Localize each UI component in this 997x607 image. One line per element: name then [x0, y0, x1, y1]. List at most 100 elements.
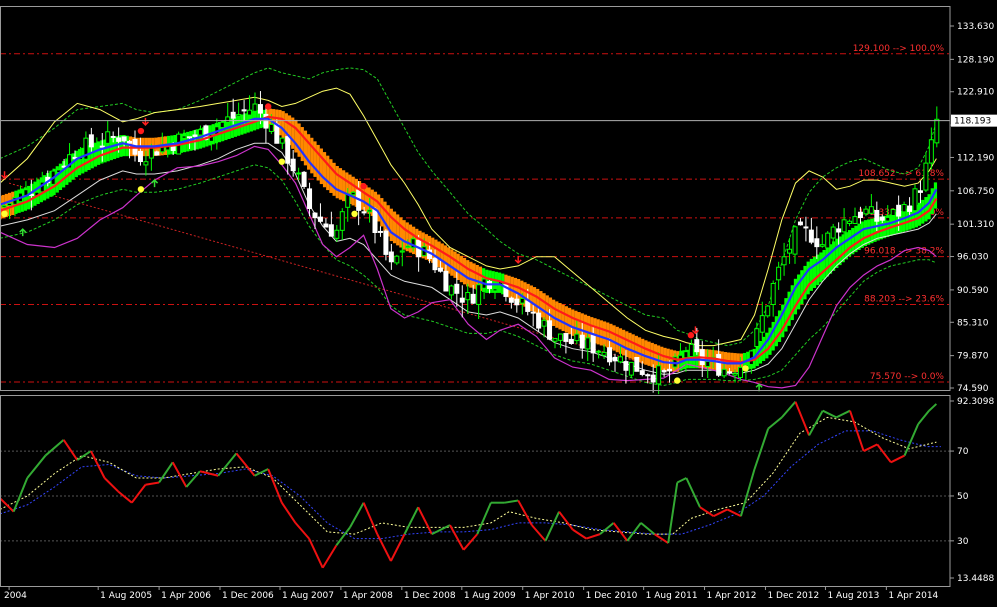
candle-body	[154, 151, 160, 156]
ribbon-bar	[768, 327, 772, 355]
ribbon-bar	[453, 251, 457, 278]
ribbon-bar	[924, 197, 928, 222]
ribbon-bar	[97, 141, 101, 165]
ribbon-bar	[851, 227, 855, 255]
ribbon-bar	[396, 214, 400, 246]
candle-body	[1, 205, 7, 208]
candle-body	[705, 360, 711, 368]
ribbon-bar	[558, 303, 562, 330]
ribbon-bar	[294, 119, 298, 153]
candle-body	[907, 205, 913, 212]
ribbon-bar	[596, 319, 600, 345]
ribbon-bar	[545, 295, 549, 322]
candle-body	[230, 111, 236, 119]
ribbon-bar	[300, 127, 304, 162]
candle-body	[7, 202, 13, 207]
current-price-label: 118.193	[954, 117, 991, 127]
candle-body	[432, 257, 438, 271]
ribbon-bar	[921, 199, 925, 224]
candle-body	[236, 114, 242, 117]
time-tick-label: 1 Apr 2008	[343, 591, 393, 601]
fractal-dot-red	[687, 332, 695, 339]
ribbon-bar	[392, 211, 397, 244]
candle-body	[99, 145, 105, 148]
price-tick-label: 101.310	[957, 220, 994, 230]
candle-body	[645, 374, 651, 377]
candle-body	[721, 368, 727, 377]
candle-body	[639, 370, 645, 375]
candle-body	[934, 118, 940, 144]
candle-body	[459, 297, 465, 303]
ribbon-bar	[863, 220, 868, 247]
ribbon-bar	[297, 123, 301, 157]
candle-body	[607, 347, 613, 363]
candle-body	[819, 244, 825, 247]
candle-body	[917, 190, 923, 193]
candle-body	[296, 172, 302, 175]
ribbon-bar	[109, 137, 113, 161]
price-tick-label: 90.590	[957, 286, 989, 296]
candle-body	[519, 297, 525, 304]
ribbon-bar	[342, 170, 346, 202]
candle-body	[290, 158, 296, 172]
candle-body	[683, 351, 689, 359]
candle-body	[596, 350, 602, 353]
candle-body	[192, 134, 198, 137]
chart-window: 129.100 --> 100.0%108.652 --> 61.8%102.3…	[0, 0, 997, 603]
ribbon-bar	[631, 334, 635, 360]
candle-body	[328, 224, 334, 237]
candle-body	[552, 338, 558, 342]
ribbon-bar	[663, 347, 667, 371]
candle-body	[377, 230, 383, 233]
candle-body	[765, 305, 771, 317]
candle-body	[476, 284, 482, 305]
ribbon-bar	[599, 320, 603, 346]
fib-level-label: 108.652 --> 61.8%	[858, 169, 944, 179]
ribbon-bar	[380, 198, 384, 227]
candle-body	[454, 283, 460, 294]
time-tick-label: 1 Aug 2013	[827, 591, 879, 601]
price-tick-label: 85.310	[957, 318, 989, 328]
candle-body	[405, 245, 411, 248]
ribbon-bar	[329, 159, 333, 193]
candle-body	[847, 220, 853, 224]
candle-body	[143, 161, 149, 166]
candle-body	[759, 315, 765, 333]
fractal-dot-yellow	[351, 210, 358, 218]
candle-body	[568, 338, 574, 345]
time-tick-label: 1 Aug 2005	[100, 591, 152, 601]
candle-body	[334, 229, 340, 239]
chart-canvas[interactable]: 129.100 --> 100.0%108.652 --> 61.8%102.3…	[0, 0, 997, 603]
ribbon-bar	[291, 117, 295, 149]
candle-body	[197, 129, 203, 136]
ribbon-bar	[58, 163, 63, 191]
candle-body	[252, 103, 258, 112]
candle-body	[557, 333, 563, 341]
candle-body	[388, 251, 394, 263]
ribbon-bar	[335, 165, 339, 199]
ribbon-bar	[319, 148, 323, 185]
ribbon-bar	[653, 344, 658, 369]
candle-body	[852, 216, 858, 224]
price-tick-label: 79.870	[957, 352, 989, 362]
ribbon-bar	[567, 307, 572, 335]
candle-body	[514, 298, 520, 306]
candle-body	[661, 370, 667, 373]
time-tick-label: 1 Apr 2010	[525, 591, 575, 601]
candle-body	[541, 319, 547, 327]
ribbon-bar	[440, 243, 444, 270]
ribbon-bar	[564, 306, 568, 333]
chart-background	[0, 0, 997, 603]
candle-body	[301, 171, 307, 187]
candle-body	[601, 351, 607, 356]
fractal-dot-yellow	[137, 186, 145, 193]
candle-body	[857, 211, 863, 219]
candle-body	[317, 216, 323, 222]
candle-body	[307, 188, 313, 209]
ribbon-bar	[281, 111, 285, 139]
ribbon-bar	[641, 338, 645, 364]
oscillator-tick-label: 92.3098	[957, 397, 994, 407]
candle-body	[148, 146, 154, 159]
candle-body	[890, 209, 896, 217]
price-tick-label: 133.630	[957, 22, 994, 32]
